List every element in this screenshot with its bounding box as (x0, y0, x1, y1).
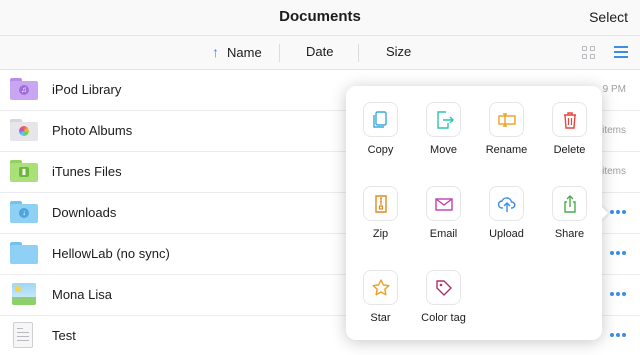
more-options-icon[interactable] (610, 251, 626, 255)
trash-icon (564, 112, 576, 129)
zip-action[interactable]: Zip (349, 186, 409, 256)
select-button[interactable]: Select (589, 9, 628, 25)
sort-ascending-icon: ↑ (212, 44, 219, 60)
delete-label: Delete (553, 144, 586, 156)
folder-icon (10, 242, 38, 264)
file-name: iTunes Files (52, 164, 122, 179)
color-tag-label: Color tag (421, 312, 466, 324)
file-name: iPod Library (52, 82, 122, 97)
image-file-icon (12, 283, 36, 305)
file-name: Mona Lisa (52, 287, 112, 302)
file-name: Downloads (52, 205, 117, 220)
file-name: Photo Albums (52, 123, 133, 138)
tag-icon (436, 280, 452, 296)
star-icon (372, 279, 390, 296)
zip-icon (375, 195, 387, 213)
sort-by-size-button[interactable]: Size (386, 44, 411, 59)
copy-action[interactable]: Copy (349, 102, 409, 172)
sort-name-label: Name (227, 44, 262, 60)
move-icon (437, 111, 454, 129)
grid-view-icon[interactable] (582, 46, 595, 59)
text-file-icon (13, 322, 33, 348)
more-options-icon[interactable] (610, 210, 626, 214)
star-action[interactable]: Star (349, 270, 409, 340)
share-action[interactable]: Share (538, 186, 598, 256)
move-action[interactable]: Move (412, 102, 472, 172)
file-name: Test (52, 328, 76, 343)
file-meta: items (602, 166, 626, 177)
itunes-folder-icon: ▮ (10, 160, 38, 182)
popover-arrow (600, 205, 608, 221)
divider (279, 44, 280, 62)
sort-bar: ↑ Name Date Size (0, 36, 640, 70)
file-meta: 9 PM (602, 84, 626, 95)
delete-action[interactable]: Delete (538, 102, 598, 172)
sort-by-date-button[interactable]: Date (306, 44, 333, 59)
divider (358, 44, 359, 62)
upload-action[interactable]: Upload (475, 186, 535, 256)
photos-folder-icon (10, 119, 38, 141)
copy-icon (373, 111, 387, 128)
upload-cloud-icon (497, 197, 516, 212)
downloads-folder-icon: ↓ (10, 201, 38, 223)
sort-by-name-button[interactable]: ↑ Name (212, 44, 262, 60)
file-name: HellowLab (no sync) (52, 246, 170, 261)
music-folder-icon: ♫ (10, 78, 38, 100)
actions-popover: Copy Move Rename Delete Zip Email Upload… (346, 86, 602, 340)
email-icon (435, 198, 453, 211)
email-action[interactable]: Email (412, 186, 472, 256)
rename-action[interactable]: Rename (475, 102, 535, 172)
more-options-icon[interactable] (610, 292, 626, 296)
rename-icon (498, 113, 516, 127)
list-view-icon[interactable] (614, 46, 628, 59)
page-title: Documents (279, 8, 361, 25)
more-options-icon[interactable] (610, 333, 626, 337)
color-tag-action[interactable]: Color tag (412, 270, 472, 340)
file-meta: items (602, 125, 626, 136)
share-icon (564, 195, 576, 213)
navigation-bar: Documents Select (0, 0, 640, 36)
share-label: Share (554, 228, 585, 240)
